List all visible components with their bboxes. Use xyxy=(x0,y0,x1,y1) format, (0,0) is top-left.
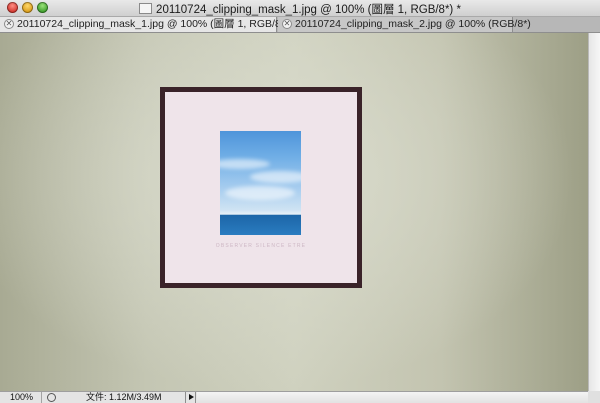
zoom-level-field[interactable]: 100% xyxy=(0,392,42,403)
cloud-shape xyxy=(220,159,270,169)
horizontal-scrollbar[interactable] xyxy=(197,392,588,403)
tab-clipping-mask-1[interactable]: ✕ 20110724_clipping_mask_1.jpg @ 100% (圖… xyxy=(0,17,295,32)
picture-frame: OBSERVER SILENCE ETRE xyxy=(160,87,362,288)
document-canvas[interactable]: OBSERVER SILENCE ETRE xyxy=(0,33,588,391)
cloud-shape xyxy=(225,186,295,200)
status-bar: 100% 文件: 1.12M/3.49M xyxy=(0,391,588,403)
close-tab-icon[interactable]: ✕ xyxy=(4,19,14,29)
document-tab-bar: ✕ 20110724_clipping_mask_1.jpg @ 100% (圖… xyxy=(0,17,600,33)
resize-handle[interactable] xyxy=(588,391,600,403)
artwork-caption: OBSERVER SILENCE ETRE xyxy=(215,243,307,249)
tab-label: 20110724_clipping_mask_1.jpg @ 100% (圖層 … xyxy=(17,18,296,30)
document-proxy-icon[interactable] xyxy=(139,3,153,14)
vertical-scrollbar[interactable] xyxy=(588,33,600,391)
sky-sea-photo xyxy=(220,131,301,235)
cloud-shape xyxy=(250,171,301,183)
title-bar: 20110724_clipping_mask_1.jpg @ 100% (圖層 … xyxy=(0,0,600,17)
frame-mat: OBSERVER SILENCE ETRE xyxy=(165,92,357,283)
tab-clipping-mask-2[interactable]: ✕ 20110724_clipping_mask_2.jpg @ 100% (R… xyxy=(278,17,531,32)
status-info-icon[interactable] xyxy=(47,393,56,402)
file-size-info: 文件: 1.12M/3.49M xyxy=(86,392,162,402)
status-menu-arrow-icon[interactable] xyxy=(185,392,196,403)
tab-label: 20110724_clipping_mask_2.jpg @ 100% (RGB… xyxy=(295,18,531,30)
window-title: 20110724_clipping_mask_1.jpg @ 100% (圖層 … xyxy=(156,4,461,16)
window-title-wrap: 20110724_clipping_mask_1.jpg @ 100% (圖層 … xyxy=(0,1,600,17)
close-tab-icon[interactable]: ✕ xyxy=(282,19,292,29)
